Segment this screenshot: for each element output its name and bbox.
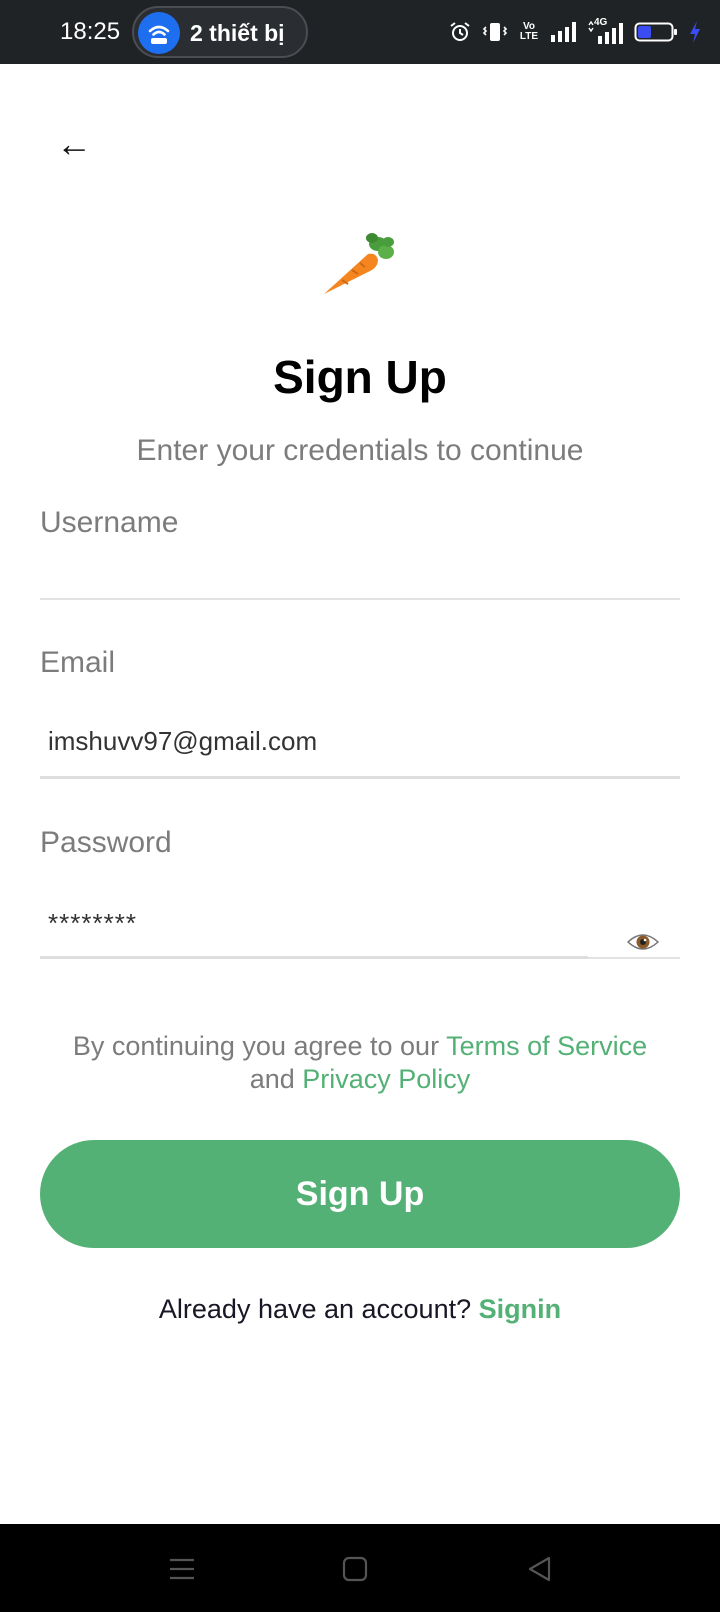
volte-text: Vo LTE: [519, 21, 539, 42]
back-icon[interactable]: [525, 1554, 555, 1584]
password-label: Password: [40, 826, 172, 859]
navigation-bar: [0, 1524, 720, 1612]
status-bar: 18:25 2 thiết bị Vo LTE 4G: [0, 0, 720, 64]
signup-button[interactable]: Sign Up: [40, 1140, 680, 1248]
charging-icon: [690, 21, 700, 43]
email-label: Email: [40, 646, 116, 679]
status-time: 18:25: [60, 18, 121, 45]
password-underline: [40, 956, 588, 959]
terms-of-service-link[interactable]: Terms of Service: [446, 1031, 647, 1061]
signin-prompt-text: Already have an account?: [158, 1294, 479, 1324]
menu-icon[interactable]: [167, 1554, 197, 1584]
username-underline: [40, 598, 680, 600]
alarm-icon: [450, 22, 470, 41]
privacy-policy-link[interactable]: Privacy Policy: [302, 1064, 470, 1094]
password-input[interactable]: ********: [48, 908, 137, 939]
email-input[interactable]: imshuvv97@gmail.com: [48, 726, 317, 757]
terms-middle: and: [249, 1064, 303, 1094]
signin-prompt: Already have an account? Signin: [0, 1294, 720, 1325]
terms-prefix: By continuing you agree to our: [72, 1031, 447, 1061]
signal-4g-icon: 4G: [588, 17, 624, 45]
vibrate-icon: [482, 23, 508, 41]
hotspot-icon: [138, 12, 180, 54]
hotspot-indicator[interactable]: 2 thiết bị: [132, 6, 308, 58]
hotspot-label: 2 thiết bị: [190, 20, 285, 46]
battery-icon: [634, 22, 677, 42]
username-input[interactable]: [48, 560, 648, 592]
email-underline: [40, 776, 680, 779]
page-title: Sign Up: [273, 351, 447, 403]
terms-text: By continuing you agree to our Terms of …: [40, 1030, 680, 1096]
signal-icon: [551, 22, 576, 42]
volte-icon: Vo LTE: [518, 22, 540, 42]
eye-icon[interactable]: [626, 930, 660, 954]
username-label: Username: [40, 506, 179, 539]
signin-link[interactable]: Signin: [479, 1294, 562, 1324]
home-icon[interactable]: [340, 1554, 370, 1584]
password-underline-end: [588, 957, 680, 959]
back-button[interactable]: ←: [56, 124, 96, 164]
carrot-icon: [324, 233, 394, 294]
page-subtitle: Enter your credentials to continue: [136, 434, 584, 467]
status-icons: Vo LTE 4G: [448, 16, 702, 48]
